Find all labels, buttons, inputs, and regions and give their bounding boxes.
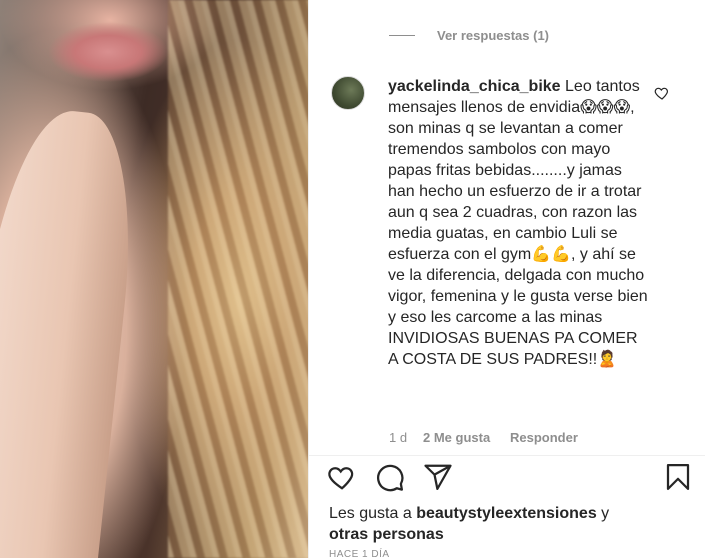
media-hair-region (168, 0, 308, 558)
likes-others-link[interactable]: otras personas (329, 526, 444, 543)
comment-age: 1 d (389, 430, 408, 445)
actions-divider (309, 455, 705, 456)
comment-text: Leo tantos mensajes llenos de envidia😱😱😱… (388, 78, 648, 368)
comment-username[interactable]: yackelinda_chica_bike (388, 78, 561, 95)
avatar[interactable] (331, 76, 365, 110)
action-bar (309, 460, 705, 496)
bookmark-icon[interactable] (663, 462, 693, 492)
reply-button[interactable]: Responder (510, 430, 578, 445)
heart-icon[interactable] (327, 462, 357, 492)
comment-like-heart-icon[interactable] (654, 85, 670, 101)
view-replies-button[interactable]: Ver respuestas (1) (389, 28, 549, 43)
post-date: HACE 1 DÍA (329, 549, 390, 560)
likes-summary: Les gusta a beautystyleextensiones y otr… (329, 503, 689, 545)
view-replies-label: Ver respuestas (1) (437, 28, 550, 43)
comment-meta: 1 d 2 Me gusta Responder (389, 430, 578, 445)
comment-likes-count[interactable]: 2 Me gusta (423, 430, 510, 445)
paper-plane-icon[interactable] (423, 462, 453, 492)
comments-panel[interactable]: Ver respuestas (1) yackelinda_chica_bike… (309, 0, 705, 455)
comment-bubble-icon[interactable] (375, 462, 405, 492)
replies-line (389, 35, 415, 36)
media-arm-region (0, 103, 145, 558)
likes-user-link[interactable]: beautystyleextensiones (416, 505, 597, 522)
post-media[interactable] (0, 0, 308, 558)
comment-body: yackelinda_chica_bike Leo tantos mensaje… (388, 76, 648, 370)
likes-connector: y (601, 505, 610, 522)
likes-prefix: Les gusta a (329, 505, 412, 522)
